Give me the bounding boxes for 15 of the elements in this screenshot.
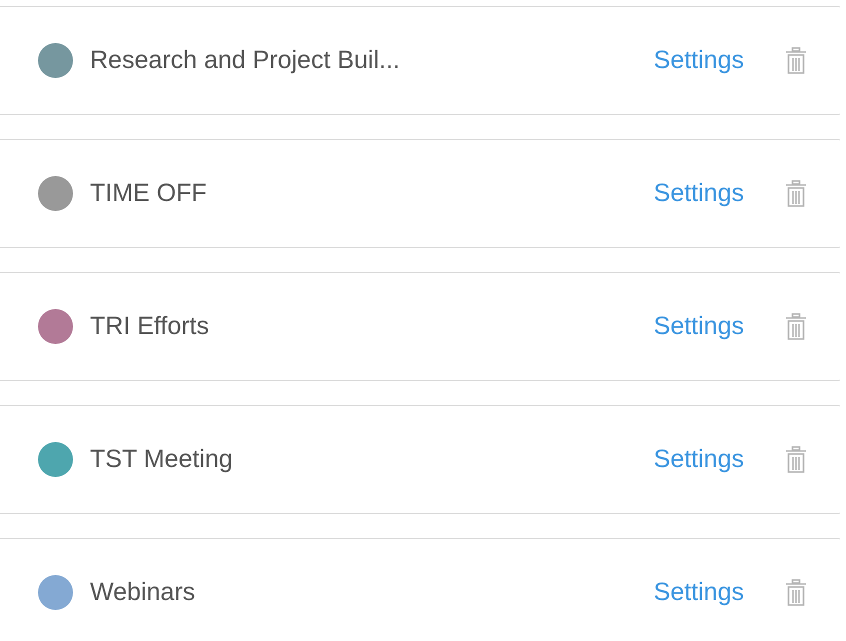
trash-icon[interactable]: [785, 180, 807, 208]
calendar-name: TRI Efforts: [90, 310, 210, 342]
settings-link[interactable]: Settings: [654, 574, 744, 612]
trash-icon[interactable]: [785, 446, 807, 474]
trash-icon[interactable]: [785, 578, 807, 606]
trash-icon[interactable]: [785, 312, 807, 340]
calendar-name: TIME OFF: [90, 178, 207, 209]
trash-icon[interactable]: [785, 46, 807, 74]
settings-link[interactable]: Settings: [654, 440, 744, 478]
calendar-name: TST Meeting: [90, 444, 233, 475]
calendar-name: Research and Project Buil...: [90, 44, 400, 76]
settings-link[interactable]: Settings: [654, 174, 744, 212]
settings-link[interactable]: Settings: [654, 42, 744, 80]
settings-link[interactable]: Settings: [654, 308, 744, 346]
calendar-name: Webinars: [90, 576, 196, 608]
